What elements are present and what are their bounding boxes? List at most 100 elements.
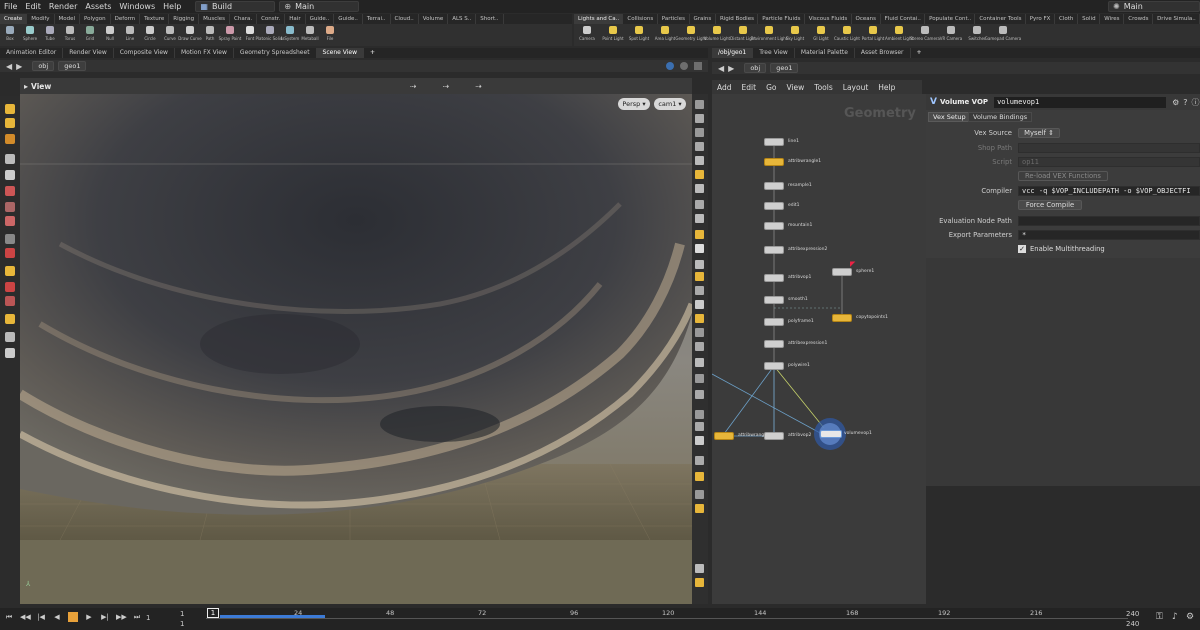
viewport-tool-icon[interactable] xyxy=(5,248,15,258)
vex-source-menu[interactable]: Myself ⇕ xyxy=(1018,128,1060,138)
shelf-tab[interactable]: Lights and Ca.. xyxy=(574,14,624,24)
path-chip-obj[interactable]: obj xyxy=(32,61,55,71)
pane-tab[interactable]: Asset Browser xyxy=(855,48,911,58)
prev-key-icon[interactable]: |◀ xyxy=(36,612,46,622)
shelf-tab[interactable]: Model xyxy=(55,14,81,24)
gear-icon[interactable]: ⚙ xyxy=(1172,98,1179,107)
script-field[interactable]: op11 xyxy=(1018,157,1200,167)
shelf-tab[interactable]: Viscous Fluids xyxy=(805,14,852,24)
shelf-tab[interactable]: Container Tools xyxy=(975,14,1026,24)
shelf-tool-button[interactable]: Switcher xyxy=(964,24,990,46)
link-icon[interactable] xyxy=(666,62,674,70)
shelf-tool-button[interactable]: Volume Light xyxy=(704,24,730,46)
shelf-tool-button[interactable]: Curve xyxy=(160,24,180,46)
display-option-icon[interactable] xyxy=(695,472,704,481)
shelf-tool-button[interactable]: Area Light xyxy=(652,24,678,46)
network-editor[interactable]: Geometry line1 attribwrangle1 resample1 edi… xyxy=(712,94,926,604)
shelf-tab[interactable]: Polygon xyxy=(80,14,111,24)
network-node[interactable] xyxy=(764,182,784,190)
camera-dropdown[interactable]: cam1 ▾ xyxy=(654,98,686,110)
display-option-icon[interactable] xyxy=(695,422,704,431)
shelf-tool-button[interactable]: Torus xyxy=(60,24,80,46)
shelf-tool-button[interactable]: Font xyxy=(240,24,260,46)
network-menu-item[interactable]: Edit xyxy=(737,83,762,92)
shelf-tab[interactable]: Particle Fluids xyxy=(758,14,805,24)
network-node[interactable] xyxy=(764,222,784,230)
menu-help[interactable]: Help xyxy=(159,2,185,11)
stop-icon[interactable] xyxy=(68,612,78,622)
play-reverse-icon[interactable]: ◀ xyxy=(52,612,62,622)
viewport-tool-icon[interactable] xyxy=(5,314,15,324)
shelf-tool-button[interactable]: Metaball xyxy=(300,24,320,46)
add-tab-button[interactable]: + xyxy=(364,48,381,58)
pane-tab[interactable]: Motion FX View xyxy=(175,48,234,58)
shelf-tool-button[interactable]: Ambient Light xyxy=(885,24,913,46)
network-node[interactable] xyxy=(764,340,784,348)
shelf-tool-button[interactable]: Geometry Light xyxy=(675,24,707,46)
back-arrow-icon[interactable]: ◀ xyxy=(718,64,724,73)
shelf-tool-button[interactable]: Platonic Solids xyxy=(256,24,284,46)
viewport-tool-icon[interactable] xyxy=(5,216,15,226)
desktop-selector[interactable]: ▦ Build xyxy=(195,1,276,12)
handle-icon[interactable]: ⇢ xyxy=(443,82,450,91)
shelf-tab[interactable]: Populate Cont.. xyxy=(925,14,976,24)
display-option-icon[interactable] xyxy=(695,170,704,179)
multithread-checkbox[interactable]: ✓ xyxy=(1018,245,1026,253)
display-option-icon[interactable] xyxy=(695,410,704,419)
shelf-tool-button[interactable]: Line xyxy=(120,24,140,46)
next-key-icon[interactable]: ▶| xyxy=(100,612,110,622)
display-option-icon[interactable] xyxy=(695,578,704,587)
shelf-tab[interactable]: Wires xyxy=(1100,14,1125,24)
display-option-icon[interactable] xyxy=(695,156,704,165)
display-option-icon[interactable] xyxy=(695,230,704,239)
shelf-tool-button[interactable]: Gamepad Camera xyxy=(985,24,1021,46)
viewport-tool-icon[interactable] xyxy=(5,296,15,306)
display-option-icon[interactable] xyxy=(695,314,704,323)
pane-tab[interactable]: /obj/geo1 xyxy=(712,48,754,58)
shelf-tool-button[interactable]: Sphere xyxy=(20,24,40,46)
shelf-tool-button[interactable]: Sky Light xyxy=(782,24,808,46)
snap-icon[interactable]: ⇢ xyxy=(410,82,417,91)
start-frame-2[interactable]: 1 xyxy=(180,620,184,628)
persp-dropdown[interactable]: Persp ▾ xyxy=(618,98,650,110)
right-desk-selector[interactable]: ✺ Main xyxy=(1108,1,1200,12)
network-menu-item[interactable]: Go xyxy=(761,83,781,92)
forward-arrow-icon[interactable]: ▶ xyxy=(728,64,734,73)
key-icon[interactable]: ⚿ xyxy=(1156,612,1163,622)
shop-path-field[interactable] xyxy=(1018,143,1200,153)
menu-edit[interactable]: Edit xyxy=(21,2,45,11)
info-icon[interactable]: ⓘ xyxy=(1191,97,1199,108)
shelf-tab[interactable]: Texture xyxy=(140,14,170,24)
display-option-icon[interactable] xyxy=(695,564,704,573)
display-option-icon[interactable] xyxy=(695,456,704,465)
display-option-icon[interactable] xyxy=(695,342,704,351)
current-frame-field[interactable]: 1 xyxy=(146,614,150,622)
shelf-tab[interactable]: Collisions xyxy=(623,14,658,24)
viewport-tool-icon[interactable] xyxy=(5,234,15,244)
network-node[interactable] xyxy=(832,268,852,276)
shelf-tab[interactable]: Volume xyxy=(419,14,449,24)
shelf-tab[interactable]: Grains xyxy=(690,14,716,24)
viewport-tool-icon[interactable] xyxy=(5,266,15,276)
display-option-icon[interactable] xyxy=(695,300,704,309)
path-chip-geo1[interactable]: geo1 xyxy=(770,63,799,73)
display-option-icon[interactable] xyxy=(695,142,704,151)
shelf-tool-button[interactable]: Point Light xyxy=(600,24,626,46)
network-node[interactable] xyxy=(714,432,734,440)
shelf-tab[interactable]: Hair xyxy=(285,14,306,24)
display-option-icon[interactable] xyxy=(695,200,704,209)
display-option-icon[interactable] xyxy=(695,286,704,295)
step-back-icon[interactable]: ◀◀ xyxy=(20,612,31,622)
tab-volume-bindings[interactable]: Volume Bindings xyxy=(968,112,1033,122)
pin-icon[interactable] xyxy=(680,62,688,70)
shelf-tab[interactable]: Rigid Bodies xyxy=(716,14,759,24)
shelf-tab[interactable]: Constr. xyxy=(257,14,286,24)
shelf-tab[interactable]: Pyro FX xyxy=(1026,14,1056,24)
shelf-tab[interactable]: Chara. xyxy=(230,14,258,24)
display-option-icon[interactable] xyxy=(695,504,704,513)
node-name-field[interactable]: volumevop1 xyxy=(994,96,1167,108)
display-option-icon[interactable] xyxy=(695,490,704,499)
viewport-tool-icon[interactable] xyxy=(5,104,15,114)
network-node[interactable] xyxy=(764,158,784,166)
pane-tab[interactable]: Render View xyxy=(63,48,114,58)
